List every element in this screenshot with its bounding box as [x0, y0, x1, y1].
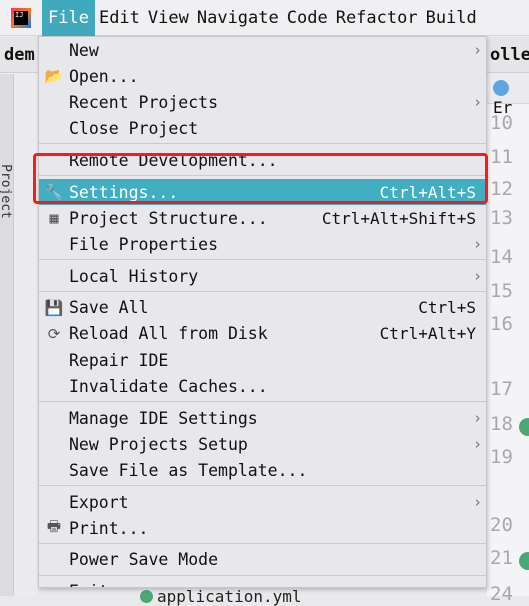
- chevron-right-icon: ›: [472, 267, 482, 286]
- menu-navigate[interactable]: Navigate: [193, 0, 283, 36]
- menu-item-print[interactable]: 🖶 Print...: [39, 515, 486, 541]
- project-structure-icon: ▦: [49, 209, 59, 228]
- save-icon: 💾: [44, 298, 64, 317]
- menu-item-file-properties[interactable]: File Properties ›: [39, 231, 486, 257]
- menu-item-label: Save All: [69, 298, 149, 318]
- menu-view[interactable]: View: [144, 0, 193, 36]
- chevron-right-icon: ›: [472, 93, 482, 112]
- chevron-right-icon: ›: [472, 235, 482, 254]
- menu-item-label: Repair IDE: [69, 350, 169, 370]
- menu-edit[interactable]: Edit: [95, 0, 144, 36]
- chevron-right-icon: ›: [472, 409, 482, 428]
- chevron-right-icon: ›: [472, 493, 482, 512]
- menu-item-label: Print...: [69, 518, 149, 538]
- file-menu: New › 📂 Open... Recent Projects › Close Projec…: [38, 36, 487, 588]
- menu-item-label: New Projects Setup: [69, 434, 248, 454]
- line-number: 21: [490, 547, 513, 569]
- project-tree-item[interactable]: application.yml: [140, 587, 302, 606]
- line-number: 10: [490, 112, 513, 134]
- menu-item-label: New: [69, 40, 99, 60]
- project-tree-item-label: application.yml: [157, 587, 302, 606]
- line-number: 18: [490, 413, 513, 435]
- menu-item-reload-all-from-disk[interactable]: ⟳ Reload All from Disk Ctrl+Alt+Y: [39, 321, 486, 347]
- tool-window-strip: Project: [0, 74, 14, 596]
- line-number: 19: [490, 446, 513, 468]
- chevron-right-icon: ›: [472, 435, 482, 454]
- menu-item-label: Invalidate Caches...: [69, 376, 268, 396]
- menu-item-label: Exit: [69, 582, 109, 587]
- menu-build[interactable]: Build: [422, 0, 481, 36]
- menu-item-save-all[interactable]: 💾 Save All Ctrl+S: [39, 295, 486, 321]
- line-number: 11: [490, 146, 513, 168]
- menu-file[interactable]: File: [42, 0, 95, 36]
- yaml-file-icon: [140, 590, 153, 603]
- menu-item-label: Export: [69, 492, 129, 512]
- shortcut-label: Ctrl+Alt+Shift+S: [321, 208, 476, 228]
- project-name[interactable]: dem: [4, 45, 35, 65]
- line-number: 17: [490, 378, 513, 400]
- chevron-right-icon: ›: [472, 41, 482, 60]
- menu-item-label: Project Structure...: [69, 208, 268, 228]
- line-number: 20: [490, 514, 513, 536]
- folder-open-icon: 📂: [44, 67, 64, 86]
- menu-bar: IJ File Edit View Navigate Code Refactor…: [0, 0, 529, 36]
- annotation-highlight-box: [33, 153, 488, 204]
- line-number: 14: [490, 246, 513, 268]
- menu-item-repair-ide[interactable]: Repair IDE: [39, 347, 486, 373]
- menu-item-save-file-as-template[interactable]: Save File as Template...: [39, 457, 486, 483]
- menu-item-label: File Properties: [69, 234, 219, 254]
- menu-item-new-projects-setup[interactable]: New Projects Setup ›: [39, 431, 486, 457]
- menu-item-local-history[interactable]: Local History ›: [39, 263, 486, 289]
- tool-window-project-button[interactable]: Project: [0, 164, 13, 219]
- menu-item-label: Reload All from Disk: [69, 324, 268, 344]
- menu-code[interactable]: Code: [283, 0, 332, 36]
- menu-item-export[interactable]: Export ›: [39, 489, 486, 515]
- editor-tab[interactable]: olle: [490, 45, 529, 65]
- menu-item-recent-projects[interactable]: Recent Projects ›: [39, 89, 486, 115]
- menu-item-close-project[interactable]: Close Project: [39, 116, 486, 142]
- menu-item-label: Open...: [69, 66, 139, 86]
- menu-item-manage-ide-settings[interactable]: Manage IDE Settings ›: [39, 405, 486, 431]
- menu-item-label: Close Project: [69, 119, 199, 139]
- intellij-logo-icon: IJ: [6, 3, 36, 33]
- menu-item-label: Local History: [69, 266, 199, 286]
- print-icon: 🖶: [46, 516, 62, 535]
- menu-item-new[interactable]: New ›: [39, 37, 486, 63]
- class-icon: [493, 80, 509, 96]
- menu-refactor[interactable]: Refactor: [332, 0, 422, 36]
- menu-item-label: Save File as Template...: [69, 460, 308, 480]
- menu-item-label: Power Save Mode: [69, 550, 219, 570]
- line-number: 24: [490, 583, 513, 605]
- line-number: 13: [490, 207, 513, 229]
- shortcut-label: Ctrl+Alt+Y: [379, 324, 476, 344]
- menu-item-project-structure[interactable]: ▦ Project Structure... Ctrl+Alt+Shift+S: [39, 205, 486, 231]
- reload-icon: ⟳: [47, 324, 61, 343]
- menu-item-power-save-mode[interactable]: Power Save Mode: [39, 547, 486, 573]
- menu-item-exit[interactable]: Exit: [39, 579, 486, 587]
- line-number: 12: [490, 178, 513, 200]
- menu-item-label: Recent Projects: [69, 92, 219, 112]
- menu-item-invalidate-caches[interactable]: Invalidate Caches...: [39, 373, 486, 399]
- shortcut-label: Ctrl+S: [418, 298, 476, 318]
- menu-item-label: Manage IDE Settings: [69, 408, 258, 428]
- line-number: 16: [490, 313, 513, 335]
- editor-file-tab[interactable]: Er: [487, 74, 529, 117]
- menu-item-open[interactable]: 📂 Open...: [39, 63, 486, 89]
- line-number: 15: [490, 280, 513, 302]
